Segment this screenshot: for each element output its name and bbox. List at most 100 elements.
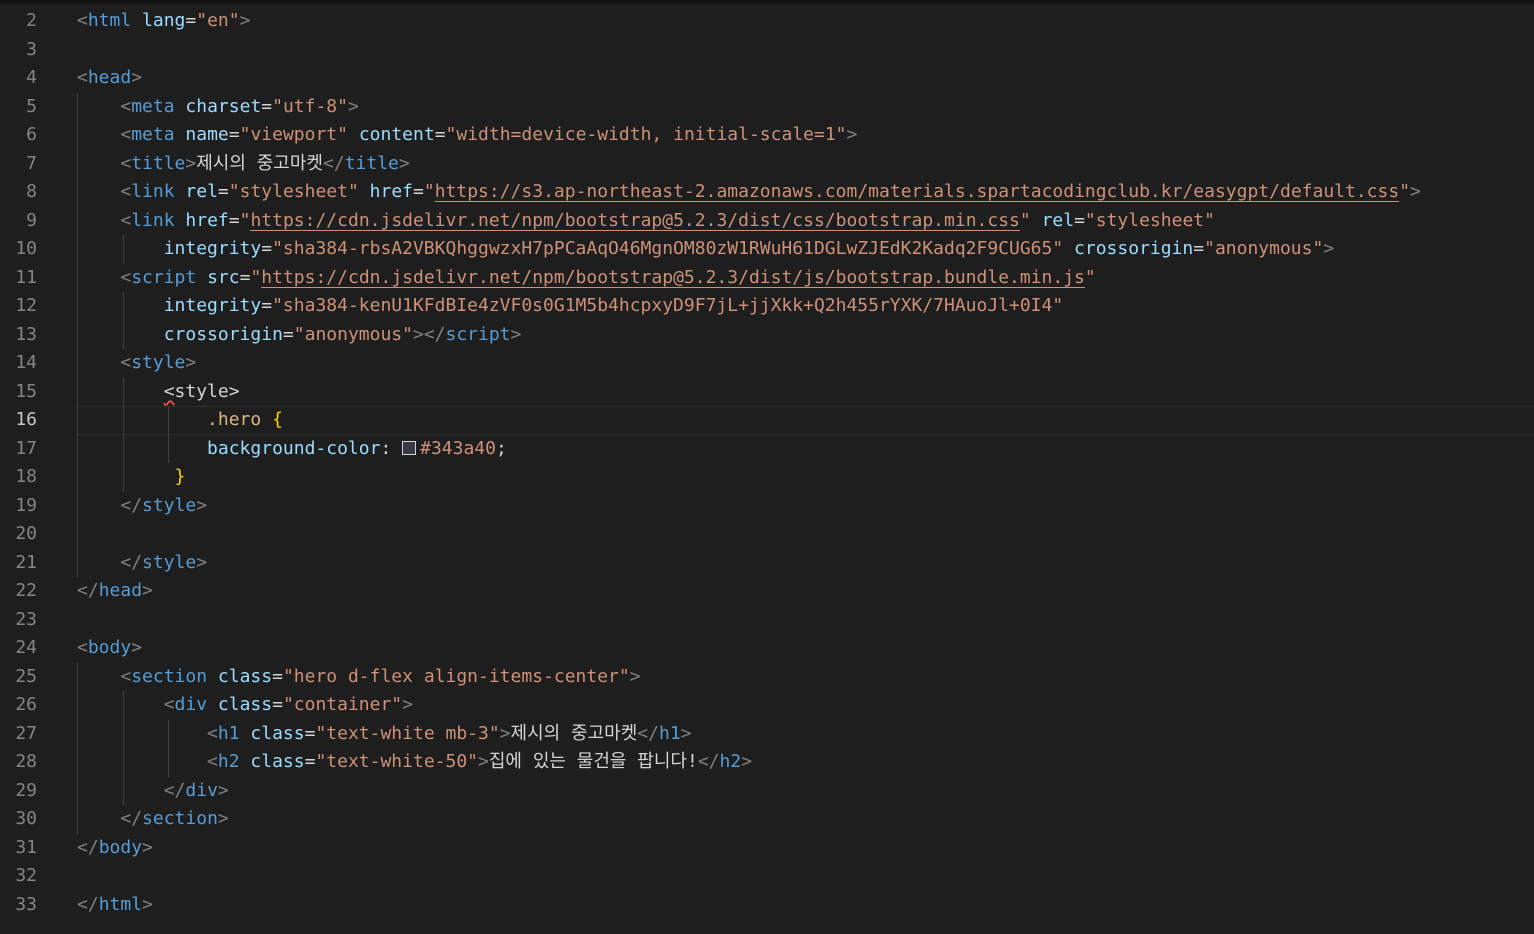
line-number[interactable]: 4	[0, 64, 37, 92]
line-number[interactable]: 32	[0, 862, 37, 890]
code-line[interactable]: 22 </head>	[0, 577, 1534, 605]
code-line[interactable]: 32	[0, 862, 1534, 890]
line-number[interactable]: 18	[0, 463, 37, 491]
code-line[interactable]: 25 <section class="hero d-flex align-ite…	[0, 663, 1534, 691]
line-number[interactable]: 19	[0, 492, 37, 520]
code-token: style	[142, 551, 197, 573]
code-text[interactable]: </style>	[77, 549, 207, 577]
code-text[interactable]: }	[77, 463, 186, 491]
line-number[interactable]: 25	[0, 663, 37, 691]
line-number[interactable]: 10	[0, 235, 37, 263]
code-text[interactable]: .hero {	[77, 406, 283, 434]
line-number[interactable]: 20	[0, 520, 37, 548]
code-text[interactable]: crossorigin="anonymous"></script>	[77, 321, 522, 349]
code-line[interactable]: 23	[0, 606, 1534, 634]
code-text[interactable]: integrity="sha384-rbsA2VBKQhggwzxH7pPCaA…	[77, 235, 1334, 263]
code-text[interactable]: <div class="container">	[77, 691, 413, 719]
code-text[interactable]: </div>	[77, 777, 229, 805]
line-number[interactable]: 13	[0, 321, 37, 349]
line-number[interactable]: 30	[0, 805, 37, 833]
line-number[interactable]: 2	[0, 7, 37, 35]
code-line[interactable]: 15 <style>	[0, 378, 1534, 406]
code-text[interactable]: <meta charset="utf-8">	[77, 93, 358, 121]
code-text[interactable]: <style>	[77, 349, 196, 377]
line-number[interactable]: 5	[0, 93, 37, 121]
code-text[interactable]: </head>	[77, 577, 153, 605]
code-line[interactable]: 29 </div>	[0, 777, 1534, 805]
line-number[interactable]: 3	[0, 36, 37, 64]
line-number[interactable]: 9	[0, 207, 37, 235]
code-line[interactable]: 26 <div class="container">	[0, 691, 1534, 719]
color-swatch-icon[interactable]	[402, 440, 417, 455]
code-line[interactable]: 30 </section>	[0, 805, 1534, 833]
code-text[interactable]: <script src="https://cdn.jsdelivr.net/np…	[77, 264, 1095, 292]
code-line[interactable]: 27 <h1 class="text-white mb-3">제시의 중고마켓<…	[0, 720, 1534, 748]
code-text[interactable]: <link href="https://cdn.jsdelivr.net/npm…	[77, 207, 1215, 235]
code-line[interactable]: 4 <head>	[0, 64, 1534, 92]
line-number[interactable]: 23	[0, 606, 37, 634]
code-text[interactable]: <style>	[77, 378, 240, 406]
code-text[interactable]: <h2 class="text-white-50">집에 있는 물건을 팝니다!…	[77, 748, 752, 776]
line-number[interactable]: 21	[0, 549, 37, 577]
code-text[interactable]: background-color: #343a40;	[77, 435, 507, 463]
code-line[interactable]: 9 <link href="https://cdn.jsdelivr.net/n…	[0, 207, 1534, 235]
line-number[interactable]: 14	[0, 349, 37, 377]
line-number[interactable]: 6	[0, 121, 37, 149]
code-text[interactable]: <html lang="en">	[77, 7, 250, 35]
code-line[interactable]: 11 <script src="https://cdn.jsdelivr.net…	[0, 264, 1534, 292]
code-text[interactable]: </html>	[77, 891, 153, 919]
code-line[interactable]: 28 <h2 class="text-white-50">집에 있는 물건을 팝…	[0, 748, 1534, 776]
code-line[interactable]: 3	[0, 36, 1534, 64]
code-line[interactable]: 18 }	[0, 463, 1534, 491]
code-line[interactable]: 19 </style>	[0, 492, 1534, 520]
code-line[interactable]: 5 <meta charset="utf-8">	[0, 93, 1534, 121]
code-token: =	[272, 665, 283, 687]
line-number[interactable]: 26	[0, 691, 37, 719]
code-text[interactable]: </style>	[77, 492, 207, 520]
code-text[interactable]: <title>제시의 중고마켓</title>	[77, 150, 409, 178]
code-text[interactable]: <link rel="stylesheet" href="https://s3.…	[77, 178, 1421, 206]
line-number[interactable]: 27	[0, 720, 37, 748]
code-line[interactable]: 21 </style>	[0, 549, 1534, 577]
line-number[interactable]: 33	[0, 891, 37, 919]
line-number[interactable]: 7	[0, 150, 37, 178]
code-line[interactable]: 33 </html>	[0, 891, 1534, 919]
line-number[interactable]: 17	[0, 435, 37, 463]
code-token: <	[120, 209, 132, 231]
line-number[interactable]: 16	[0, 406, 37, 434]
code-line[interactable]: 24 <body>	[0, 634, 1534, 662]
code-line[interactable]: 2 <html lang="en">	[0, 7, 1534, 35]
line-number[interactable]: 8	[0, 178, 37, 206]
code-text[interactable]: </section>	[77, 805, 228, 833]
line-number[interactable]: 11	[0, 264, 37, 292]
code-line[interactable]: 14 <style>	[0, 349, 1534, 377]
code-line[interactable]: 16 .hero {	[0, 406, 1534, 434]
code-line[interactable]: 31 </body>	[0, 834, 1534, 862]
line-number[interactable]: 31	[0, 834, 37, 862]
line-number[interactable]: 12	[0, 292, 37, 320]
code-line[interactable]: 6 <meta name="viewport" content="width=d…	[0, 121, 1534, 149]
code-line[interactable]: 10 integrity="sha384-rbsA2VBKQhggwzxH7pP…	[0, 235, 1534, 263]
code-text[interactable]: <body>	[77, 634, 142, 662]
line-number[interactable]: 24	[0, 634, 37, 662]
line-number[interactable]: 22	[0, 577, 37, 605]
line-number[interactable]: 28	[0, 748, 37, 776]
code-text[interactable]: <section class="hero d-flex align-items-…	[77, 663, 640, 691]
code-line[interactable]: 20	[0, 520, 1534, 548]
line-number[interactable]: 15	[0, 378, 37, 406]
line-number[interactable]: 29	[0, 777, 37, 805]
code-line[interactable]: 12 integrity="sha384-kenU1KFdBIe4zVF0s0G…	[0, 292, 1534, 320]
code-text[interactable]: <h1 class="text-white mb-3">제시의 중고마켓</h1…	[77, 720, 691, 748]
code-line[interactable]: 8 <link rel="stylesheet" href="https://s…	[0, 178, 1534, 206]
code-text[interactable]: <head>	[77, 64, 142, 92]
code-token: <	[163, 694, 175, 715]
code-token: <	[77, 637, 88, 658]
code-text[interactable]: </body>	[77, 834, 153, 862]
code-editor[interactable]: 2 <html lang="en"> 3 4 <head> 5 <meta charset…	[0, 0, 1534, 934]
code-text[interactable]: <meta name="viewport" content="width=dev…	[77, 121, 857, 149]
code-line[interactable]: 17 background-color: #343a40;	[0, 435, 1534, 463]
code-line[interactable]: 13 crossorigin="anonymous"></script>	[0, 321, 1534, 349]
code-text[interactable]: integrity="sha384-kenU1KFdBIe4zVF0s0G1M5…	[77, 292, 1064, 320]
code-line[interactable]: 7 <title>제시의 중고마켓</title>	[0, 150, 1534, 178]
